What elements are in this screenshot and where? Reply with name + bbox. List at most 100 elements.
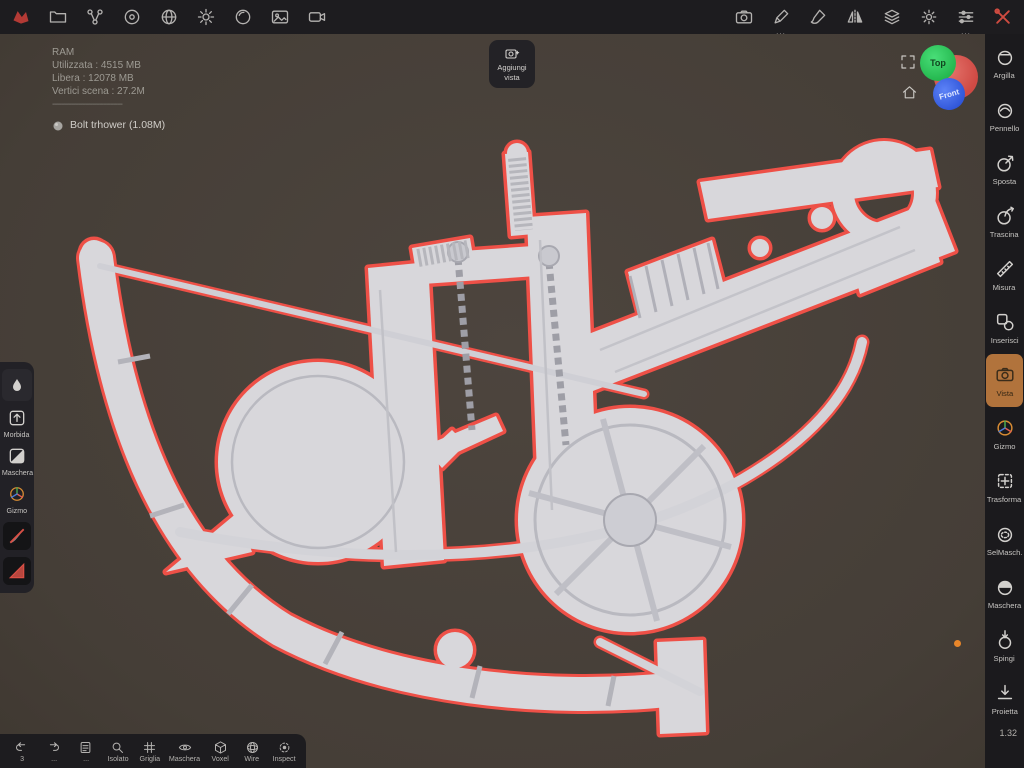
ram-free: Libera : 12078 MB	[52, 73, 134, 84]
voxel-button[interactable]: Voxel	[207, 740, 233, 763]
wet-mode-button[interactable]	[2, 369, 32, 401]
camera-video-icon	[308, 12, 326, 22]
tool-move[interactable]: Sposta	[986, 142, 1023, 195]
tool-drag[interactable]: Trascina	[986, 195, 1023, 248]
stroke-falloff-fill-button[interactable]	[3, 557, 31, 585]
ruler-icon	[994, 258, 1016, 280]
tool-clay[interactable]: Argilla	[986, 36, 1023, 89]
material-sphere-icon	[124, 9, 140, 25]
tool-label: Proietta	[991, 706, 1018, 716]
settings-button[interactable]	[918, 6, 940, 28]
tool-label: SelMasch.	[986, 547, 1023, 557]
add-view-label-line1: Aggiungi	[497, 63, 527, 72]
gizmo-mode-button[interactable]: Gizmo	[6, 484, 28, 515]
view-camera-icon	[994, 364, 1016, 386]
bottom-item-label: Maschera	[169, 753, 201, 763]
left-tool-label: Gizmo	[6, 506, 28, 515]
scene-object-row[interactable]: Bolt trhower (1.08M)	[52, 119, 165, 132]
symmetry-button[interactable]	[844, 6, 866, 28]
environment-button[interactable]	[158, 6, 180, 28]
tool-label: Trasforma	[987, 494, 1022, 504]
tool-measure[interactable]: Misura	[986, 248, 1023, 301]
background-image-button[interactable]	[269, 6, 291, 28]
app-logo-icon	[13, 11, 29, 24]
adjust-button[interactable]: ...	[955, 6, 977, 36]
gizmo-front-label: Front	[937, 86, 961, 102]
undo-count: 3	[19, 753, 24, 763]
layers-icon	[884, 9, 900, 25]
orientation-gizmo[interactable]: Top Front	[918, 45, 978, 114]
falloff-soft-button[interactable]: Morbida	[3, 408, 30, 439]
scene-graph-button[interactable]	[84, 6, 106, 28]
history-menu-button[interactable]: ...	[73, 740, 99, 763]
bottom-item-label: Voxel	[211, 753, 229, 763]
files-button[interactable]	[47, 6, 69, 28]
turntable-button[interactable]	[306, 6, 328, 28]
symmetry-mirror-icon	[847, 9, 863, 25]
tool-push[interactable]: Spingi	[986, 619, 1023, 672]
tool-label: Spingi	[993, 653, 1016, 663]
tool-project[interactable]: Proietta	[986, 672, 1023, 725]
pencil-overflow-dots: ...	[776, 27, 786, 36]
tool-brush[interactable]: Pennello	[986, 89, 1023, 142]
fullscreen-button[interactable]	[898, 52, 918, 72]
drag-icon	[994, 205, 1016, 227]
tool-gizmo[interactable]: Gizmo	[986, 407, 1023, 460]
falloff-triangle-icon	[8, 562, 25, 579]
redo-button[interactable]: ...	[41, 740, 67, 763]
screenshot-button[interactable]	[733, 6, 755, 28]
app-logo-button[interactable]	[10, 6, 32, 28]
stats-separator: ------------------------------	[52, 99, 123, 110]
paint-tool-button[interactable]	[807, 6, 829, 28]
list-icon	[80, 741, 91, 753]
wireframe-sphere-icon	[246, 741, 258, 753]
tool-transform[interactable]: Trasforma	[986, 460, 1023, 513]
left-tool-panel: Morbida Maschera Gizmo	[0, 362, 34, 593]
stroke-falloff-curve-button[interactable]	[3, 522, 31, 550]
tool-label: Misura	[993, 282, 1016, 292]
tools-wrench-icon	[994, 8, 1010, 24]
magnifier-icon	[112, 742, 124, 753]
wireframe-button[interactable]: Wire	[239, 740, 265, 763]
right-tool-strip: Argilla Pennello Sposta Trascina Misura …	[985, 34, 1024, 768]
mask-sphere-icon	[994, 576, 1016, 598]
soft-falloff-icon	[9, 410, 25, 426]
stats-panel: RAM Utilizzata : 4515 MB Libera : 12078 …	[52, 46, 165, 132]
tool-mask[interactable]: Maschera	[986, 566, 1023, 619]
tool-label: Inserisci	[990, 335, 1019, 345]
isolate-button[interactable]: Isolato	[105, 740, 131, 763]
lighting-button[interactable]	[195, 6, 217, 28]
tool-insert[interactable]: Inserisci	[986, 301, 1023, 354]
tool-select-mask[interactable]: SelMasch.	[986, 513, 1023, 566]
material-button[interactable]	[121, 6, 143, 28]
gizmo-top-face[interactable]: Top	[920, 45, 956, 81]
home-view-button[interactable]	[899, 82, 919, 102]
matcap-button[interactable]	[232, 6, 254, 28]
mask-visibility-button[interactable]: Maschera	[168, 740, 201, 763]
top-toolbar: ... ...	[0, 0, 1024, 36]
top-toolbar-left-group	[10, 6, 328, 28]
adjust-sliders-icon	[958, 10, 974, 24]
grid-button[interactable]: Griglia	[137, 740, 163, 763]
tools-button[interactable]	[992, 6, 1014, 28]
stroke-anchor-dot[interactable]	[954, 640, 961, 647]
inspect-button[interactable]: Inspect	[271, 740, 297, 763]
insert-shape-icon	[994, 311, 1016, 333]
push-icon	[994, 629, 1016, 651]
layers-button[interactable]	[881, 6, 903, 28]
brush-sphere-icon	[994, 99, 1016, 121]
pencil-tool-button[interactable]: ...	[770, 6, 792, 36]
gizmo-top-label: Top	[930, 58, 946, 68]
tool-label: Gizmo	[993, 441, 1016, 451]
add-view-button[interactable]: Aggiungi vista	[489, 40, 535, 88]
bottom-item-label: Isolato	[107, 753, 129, 763]
adjust-overflow-dots: ...	[961, 27, 971, 36]
image-icon	[271, 10, 289, 24]
lighting-sun-icon	[197, 8, 215, 26]
ram-used: Utilizzata : 4515 MB	[52, 60, 141, 71]
project-icon	[994, 682, 1016, 704]
tool-view[interactable]: Vista	[986, 354, 1023, 407]
undo-button[interactable]: 3	[9, 740, 35, 763]
mask-mode-button[interactable]: Maschera	[1, 446, 34, 477]
object-sphere-icon	[53, 121, 63, 130]
